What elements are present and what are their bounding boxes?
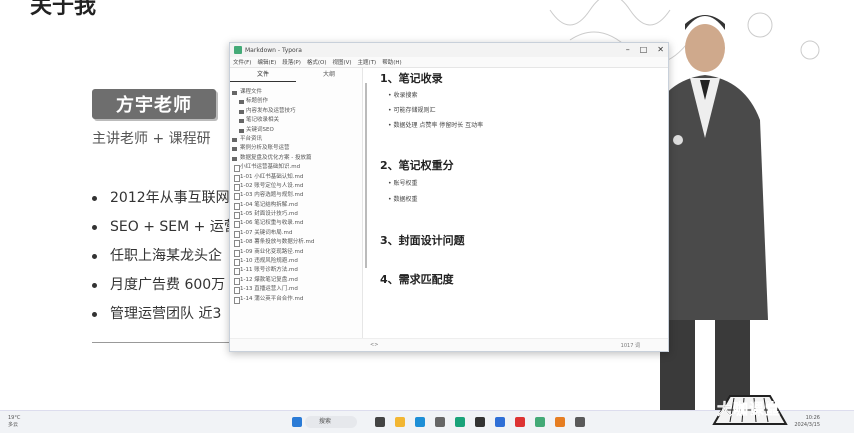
file-item[interactable]: 1-04 笔记结构拆解.md xyxy=(230,201,362,211)
file-item[interactable]: 小红书运营基础知识.md xyxy=(230,163,362,173)
heading-3: 3、封面设计问题 xyxy=(380,234,465,247)
list-item: 可能存储规则汇 xyxy=(388,105,435,114)
word-count: 1017 词 xyxy=(620,343,640,349)
weather-widget[interactable]: 19°C 多云 xyxy=(8,415,20,429)
brand-logo-text: 大咖课堂 xyxy=(716,400,781,419)
minimize-icon[interactable]: – xyxy=(626,45,630,54)
document-content[interactable]: 1、笔记收录 收录搜索 可能存储规则汇 数据处理 点赞率 停留时长 互动率 2、… xyxy=(380,68,660,338)
folder-item[interactable]: 内容发布及运营技巧 xyxy=(230,107,362,116)
folder-item[interactable]: 平台资讯 xyxy=(230,135,362,144)
edge-icon[interactable] xyxy=(415,417,425,427)
typora-window[interactable]: Markdown - Typora – □ ✕ 文件(F) 编辑(E) 段落(P… xyxy=(229,42,669,352)
file-item[interactable]: 1-07 关键词布局.md xyxy=(230,229,362,239)
file-sidebar: 文件 大纲 课程文件 标题创作 内容发布及运营技巧 笔记收录相关 关键词SEO 平台资讯案… xyxy=(230,68,363,351)
bio-bullet: 2012年从事互联网 xyxy=(92,184,238,213)
menu-view[interactable]: 视图(V) xyxy=(332,58,351,66)
heading-1: 1、笔记收录 xyxy=(380,72,443,85)
app-icon-4[interactable] xyxy=(515,417,525,427)
maximize-icon[interactable]: □ xyxy=(640,45,648,54)
file-item[interactable]: 1-01 小红书基础认知.md xyxy=(230,173,362,182)
folder-item[interactable]: 笔记收录相关 xyxy=(230,116,362,125)
file-item[interactable]: 1-12 爆款笔记复盘.md xyxy=(230,276,362,286)
menu-edit[interactable]: 编辑(E) xyxy=(257,58,276,66)
slide-title: 关于我 xyxy=(30,0,97,19)
file-item[interactable]: 1-13 直播运营入门.md xyxy=(230,285,362,295)
list-item: 收录搜索 xyxy=(388,90,417,99)
heading-2: 2、笔记权重分 xyxy=(380,159,454,172)
menu-paragraph[interactable]: 段落(P) xyxy=(282,58,301,66)
heading-4: 4、需求匹配度 xyxy=(380,273,454,286)
app-icon-6[interactable] xyxy=(575,417,585,427)
file-item[interactable]: 1-03 内容选题与规划.md xyxy=(230,191,362,201)
list-item: 数据权重 xyxy=(388,194,417,203)
status-bar: <> 1017 词 xyxy=(230,338,668,351)
file-item[interactable]: 1-06 笔记权重与收录.md xyxy=(230,219,362,229)
folder-item[interactable]: 关键词SEO xyxy=(230,126,362,135)
folder-item[interactable]: 标题创作 xyxy=(230,97,362,106)
file-item[interactable]: 1-09 商业化变现路径.md xyxy=(230,248,362,258)
teacher-name-badge: 方宇老师 xyxy=(92,89,216,119)
app-icon-2[interactable] xyxy=(475,417,485,427)
file-item[interactable]: 1-14 蒲公英平台合作.md xyxy=(230,295,362,304)
list-item: 账号权重 xyxy=(388,178,417,187)
window-title: Markdown - Typora xyxy=(245,46,302,54)
search-box[interactable]: 搜索 xyxy=(305,416,357,428)
folder-item[interactable]: 数据复盘及优化方案 - 投放篇 xyxy=(230,154,362,163)
store-icon[interactable] xyxy=(435,417,445,427)
sidebar-scrollbar[interactable] xyxy=(365,83,367,268)
menu-format[interactable]: 格式(O) xyxy=(307,58,327,66)
search-label: 搜索 xyxy=(319,418,332,425)
bio-bullet: 月度广告费 600万 xyxy=(92,271,238,300)
menu-bar: 文件(F) 编辑(E) 段落(P) 格式(O) 视图(V) 主题(T) 帮助(H… xyxy=(230,57,668,68)
bio-bullet: 管理运营团队 近3 xyxy=(92,300,238,329)
file-explorer-icon[interactable] xyxy=(395,417,405,427)
menu-theme[interactable]: 主题(T) xyxy=(358,58,377,66)
app-icon-5[interactable] xyxy=(555,417,565,427)
folder-item[interactable]: 课程文件 xyxy=(230,88,362,97)
menu-help[interactable]: 帮助(H) xyxy=(382,58,401,66)
file-tree: 课程文件 标题创作 内容发布及运营技巧 笔记收录相关 关键词SEO 平台资讯 案例分析及账号… xyxy=(230,88,362,304)
bio-bullet: SEO + SEM + 运营 xyxy=(92,213,238,242)
start-icon[interactable] xyxy=(292,417,302,427)
weather-desc: 多云 xyxy=(8,422,19,428)
weather-temp: 19°C xyxy=(8,415,21,421)
window-titlebar[interactable]: Markdown - Typora – □ ✕ xyxy=(230,43,668,57)
tab-outline[interactable]: 大纲 xyxy=(296,68,362,82)
app-icon-3[interactable] xyxy=(495,417,505,427)
file-item[interactable]: 1-05 封面设计技巧.md xyxy=(230,210,362,220)
app-icon-1[interactable] xyxy=(455,417,465,427)
bio-bullets: 2012年从事互联网 SEO + SEM + 运营 任职上海某龙头企 月度广告费… xyxy=(92,184,238,329)
task-view-icon[interactable] xyxy=(375,417,385,427)
teacher-subtitle: 主讲老师 + 课程研 xyxy=(92,131,211,147)
list-item: 数据处理 点赞率 停留时长 互动率 xyxy=(388,120,483,129)
file-item[interactable]: 1-08 薯条投放与数据分析.md xyxy=(230,238,362,248)
tab-files[interactable]: 文件 xyxy=(230,68,296,82)
file-item[interactable]: 1-02 账号定位与人设.md xyxy=(230,182,362,192)
bio-bullet: 任职上海某龙头企 xyxy=(92,242,238,271)
typora-taskbar-icon[interactable] xyxy=(535,417,545,427)
folder-item[interactable]: 案例分析及账号运营 xyxy=(230,144,362,153)
file-item[interactable]: 1-11 账号诊断方法.md xyxy=(230,266,362,276)
close-icon[interactable]: ✕ xyxy=(657,45,664,54)
menu-file[interactable]: 文件(F) xyxy=(233,58,251,66)
source-mode-toggle[interactable]: <> xyxy=(370,342,378,348)
app-icon xyxy=(234,46,242,54)
file-item[interactable]: 1-10 违规风险规避.md xyxy=(230,257,362,267)
